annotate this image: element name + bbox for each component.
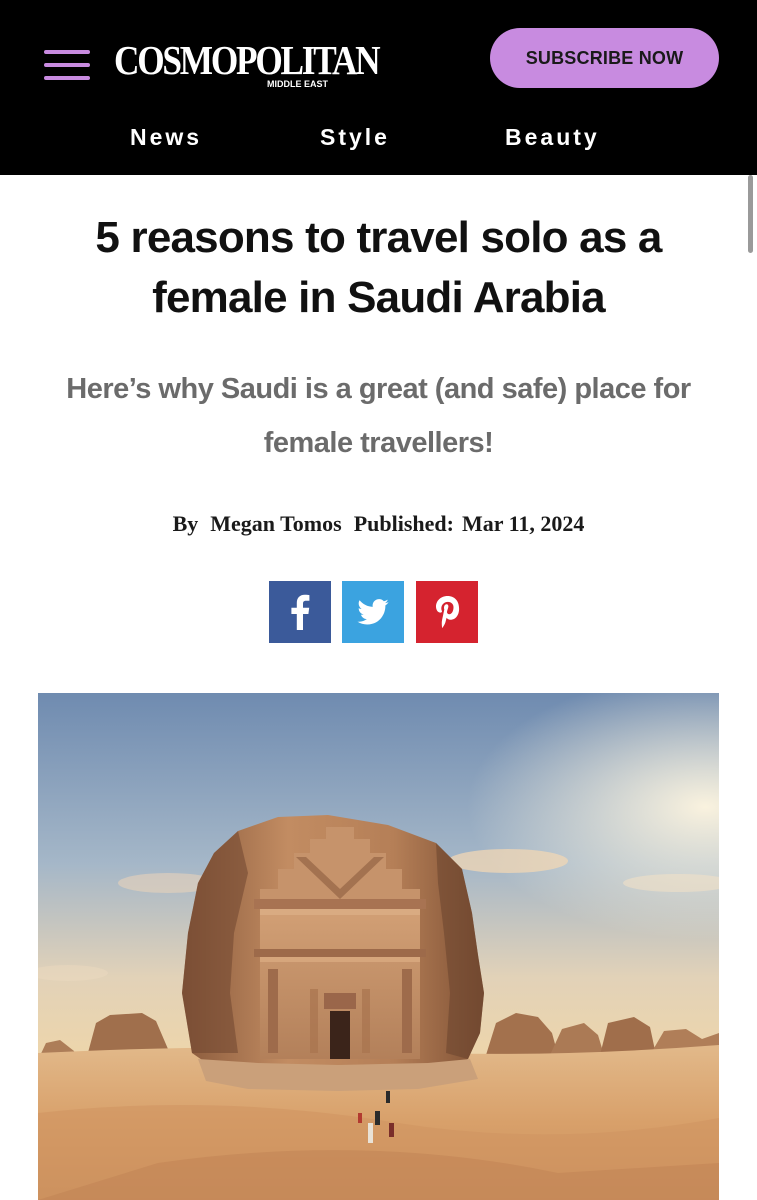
- logo-wordmark: COSMOPOLITAN: [114, 37, 381, 83]
- subscribe-button[interactable]: SUBSCRIBE NOW: [490, 28, 719, 88]
- cosmopolitan-logo[interactable]: COSMOPOLITAN MIDDLE EAST: [114, 37, 381, 90]
- logo-edition: MIDDLE EAST: [266, 79, 328, 89]
- author-link[interactable]: Megan Tomos: [210, 511, 341, 536]
- hamburger-menu-icon[interactable]: [44, 48, 90, 82]
- twitter-icon: [357, 599, 389, 625]
- published-label: Published:: [353, 511, 454, 536]
- share-facebook-button[interactable]: [269, 581, 331, 643]
- article-subtitle: Here’s why Saudi is a great (and safe) p…: [66, 373, 691, 459]
- published-date: Mar 11, 2024: [461, 511, 585, 536]
- share-buttons: [269, 581, 478, 643]
- nav-item-style[interactable]: Style: [320, 122, 390, 152]
- nav-item-news[interactable]: News: [130, 122, 202, 152]
- facebook-icon: [291, 594, 310, 630]
- hero-image: [38, 693, 719, 1200]
- byline-by: By: [172, 511, 199, 536]
- nav-item-beauty[interactable]: Beauty: [505, 122, 600, 152]
- article-title: 5 reasons to travel solo as a female in …: [95, 213, 662, 322]
- pinterest-icon: [436, 596, 460, 628]
- page-scrollbar[interactable]: [748, 175, 753, 253]
- share-twitter-button[interactable]: [342, 581, 404, 643]
- byline: By Megan Tomos Published: Mar 11, 2024: [0, 508, 757, 540]
- site-header: COSMOPOLITAN MIDDLE EAST SUBSCRIBE NOW N…: [0, 0, 757, 175]
- main-nav: News Style Beauty: [0, 112, 757, 162]
- share-pinterest-button[interactable]: [416, 581, 478, 643]
